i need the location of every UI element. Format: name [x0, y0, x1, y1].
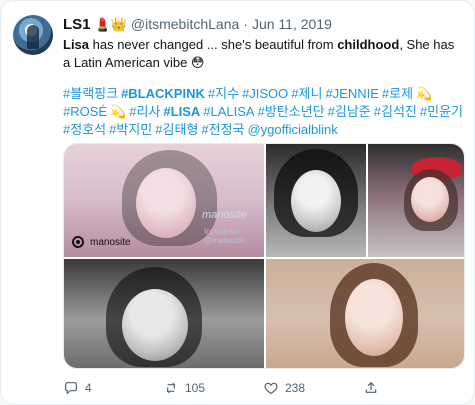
tweet-card: LS1 💄👑 @itsmebitchLana · Jun 11, 2019 Li…: [0, 0, 475, 405]
hashtag-list: #블랙핑크 #BLACKPINK #지수 #JISOO #제니 #JENNIE #로제 💫#R…: [63, 85, 468, 139]
hashtag-emoji: 💫: [110, 104, 127, 119]
tweet-text-childhood: childhood: [337, 37, 400, 52]
hashtag-link[interactable]: #민윤기: [420, 104, 463, 119]
share-icon: [365, 381, 377, 393]
like-button[interactable]: 238: [263, 380, 363, 396]
tweet-header: LS1 💄👑 @itsmebitchLana · Jun 11, 2019: [63, 13, 460, 35]
hashtag-link[interactable]: #김태형: [155, 122, 198, 137]
share-button[interactable]: [363, 380, 463, 396]
retweet-button[interactable]: 105: [163, 380, 263, 396]
adult-face: [345, 279, 403, 356]
hashtag-emoji: 💫: [416, 86, 433, 101]
retweet-icon: [166, 382, 176, 394]
profile-avatar[interactable]: [13, 15, 53, 55]
hashtag-link[interactable]: #로제: [382, 86, 413, 101]
tweet-text-lisa: Lisa: [63, 37, 90, 52]
photo-tile-3[interactable]: [368, 144, 464, 257]
hashtag-link[interactable]: #JISOO: [242, 86, 288, 101]
reply-count: 4: [85, 381, 92, 395]
hashtag-link[interactable]: #ROSÉ: [63, 104, 107, 119]
hashtag-link[interactable]: #BLACKPINK: [121, 86, 205, 101]
hashtag-link[interactable]: #박지민: [109, 122, 152, 137]
hashtag-link[interactable]: #전정국: [201, 122, 244, 137]
tweet-text-emoji: 😳: [190, 55, 205, 70]
display-name[interactable]: LS1: [63, 16, 91, 33]
tweet-date[interactable]: Jun 11, 2019: [252, 16, 332, 32]
hashtag-link[interactable]: #제니: [291, 86, 322, 101]
hashtag-link[interactable]: #블랙핑크: [63, 86, 118, 101]
mention-link[interactable]: @ygofficialblink: [248, 122, 338, 137]
hashtag-link[interactable]: #김남준: [328, 104, 371, 119]
child-face: [411, 177, 449, 222]
hashtag-link[interactable]: #정호석: [63, 122, 106, 137]
photo-tile-5[interactable]: [266, 259, 464, 368]
photo-tile-1[interactable]: manosite Instagram @manosite manosite: [64, 144, 264, 257]
like-count: 238: [285, 381, 306, 395]
reply-icon: [65, 382, 77, 395]
hashtag-link[interactable]: #방탄소년단: [258, 104, 325, 119]
hashtag-link[interactable]: #LISA: [163, 104, 200, 119]
tweet-text-middle: has never changed ... she's beautiful fr…: [89, 37, 338, 52]
hashtag-link[interactable]: #LALISA: [203, 104, 254, 119]
hashtag-link[interactable]: #지수: [208, 86, 239, 101]
tweet-actions: 4 105 238: [63, 378, 463, 398]
photo-tile-2[interactable]: [266, 144, 366, 257]
child-face: [136, 168, 196, 238]
watermark-sub: Instagram @manosite: [204, 227, 245, 245]
credit-label: manosite: [72, 236, 131, 248]
photo-tile-4[interactable]: [64, 259, 264, 368]
hashtag-link[interactable]: #리사: [129, 104, 160, 119]
reply-button[interactable]: 4: [63, 380, 163, 396]
credit-text: manosite: [90, 236, 131, 248]
user-handle[interactable]: @itsmebitchLana: [131, 16, 239, 32]
hashtag-link[interactable]: #JENNIE: [325, 86, 378, 101]
instagram-icon: [72, 236, 84, 248]
media-grid[interactable]: manosite Instagram @manosite manosite: [63, 143, 465, 369]
retweet-count: 105: [185, 381, 206, 395]
child-face: [291, 170, 341, 232]
hashtag-link[interactable]: #김석진: [374, 104, 417, 119]
name-emoji: 💄👑: [94, 16, 127, 32]
heart-icon: [264, 382, 278, 395]
tweet-text: Lisa has never changed ... she's beautif…: [63, 36, 463, 72]
child-face: [122, 289, 188, 361]
watermark: manosite: [202, 209, 247, 221]
header-separator: ·: [243, 16, 248, 32]
